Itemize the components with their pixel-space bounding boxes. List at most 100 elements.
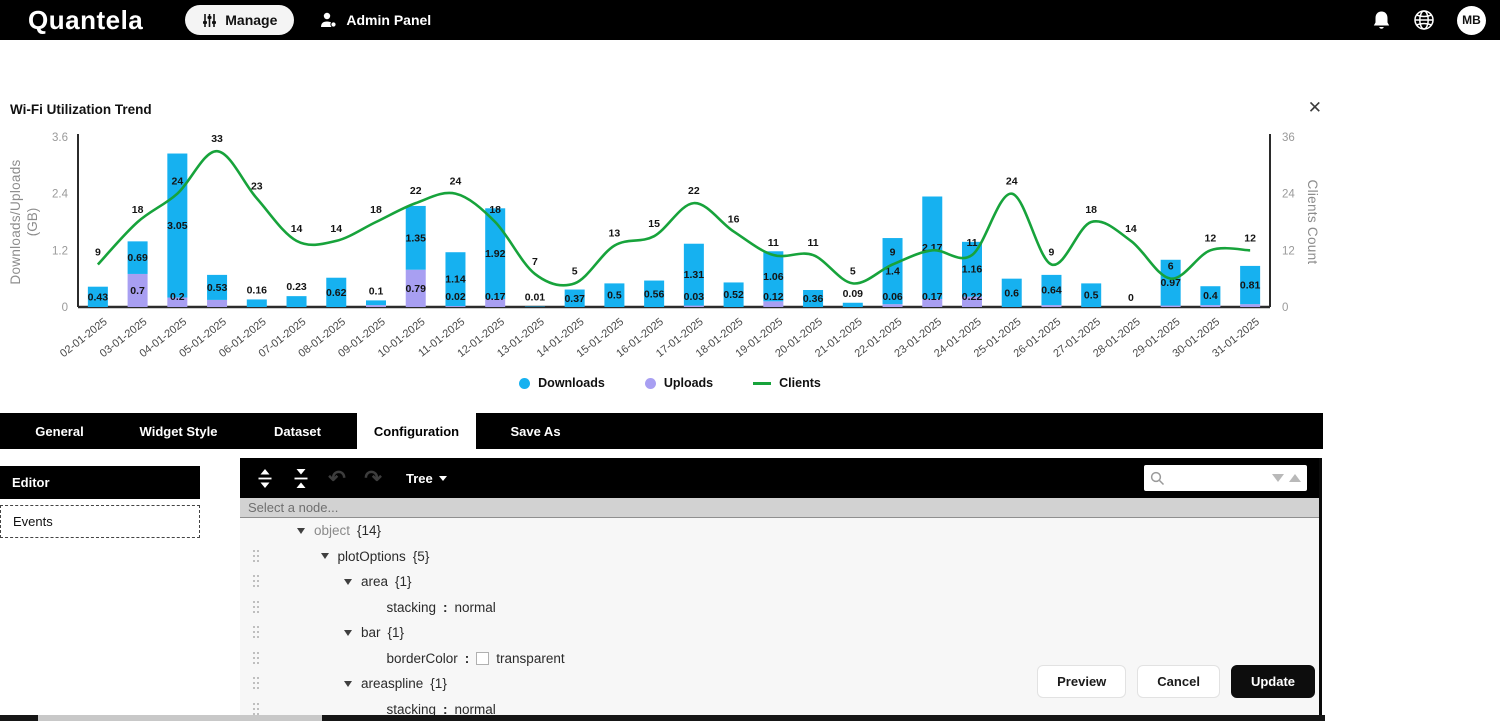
- legend-item-downloads[interactable]: Downloads: [519, 376, 605, 390]
- undo-button[interactable]: ↶: [324, 465, 350, 491]
- search-input[interactable]: [1165, 471, 1272, 485]
- expand-arrow-icon[interactable]: [297, 528, 305, 534]
- svg-text:0.06: 0.06: [882, 291, 903, 303]
- svg-text:0: 0: [1282, 302, 1288, 314]
- tree-node-stacking[interactable]: stacking:normal: [240, 595, 1319, 621]
- svg-text:18: 18: [1085, 204, 1097, 216]
- search-prev-icon[interactable]: [1289, 474, 1301, 482]
- redo-button[interactable]: ↷: [360, 465, 386, 491]
- tree-node-plotOptions[interactable]: plotOptions{5}: [240, 544, 1319, 570]
- field-key[interactable]: stacking: [387, 702, 437, 715]
- legend-label: Clients: [779, 376, 821, 390]
- node-child-count: {1}: [395, 574, 412, 589]
- cancel-button[interactable]: Cancel: [1137, 665, 1220, 698]
- field-value[interactable]: normal: [455, 600, 496, 615]
- expand-arrow-icon[interactable]: [321, 553, 329, 559]
- svg-text:24: 24: [450, 176, 462, 188]
- chart-title: Wi-Fi Utilization Trend: [10, 102, 152, 117]
- mode-dropdown-label: Tree: [406, 471, 433, 486]
- sidebar-item-events[interactable]: Events: [0, 505, 200, 538]
- close-icon[interactable]: ✕: [1308, 98, 1322, 118]
- color-swatch[interactable]: [476, 652, 489, 665]
- manage-label: Manage: [225, 12, 277, 28]
- notifications-bell-icon[interactable]: [1372, 10, 1391, 31]
- drag-handle-icon[interactable]: [253, 550, 255, 552]
- drag-handle-icon[interactable]: [253, 601, 255, 603]
- tree-node-stacking[interactable]: stacking:normal: [240, 697, 1319, 716]
- svg-text:7: 7: [532, 256, 538, 268]
- tab-configuration[interactable]: Configuration: [357, 413, 476, 449]
- tree-node-bar[interactable]: bar{1}: [240, 620, 1319, 646]
- search-next-icon[interactable]: [1272, 474, 1284, 482]
- collapse-all-button[interactable]: [288, 465, 314, 491]
- svg-text:0.22: 0.22: [962, 291, 983, 303]
- drag-handle-icon[interactable]: [253, 677, 255, 679]
- uploads-marker-icon: [645, 378, 656, 389]
- tab-dataset[interactable]: Dataset: [238, 413, 357, 449]
- wifi-utilization-chart: 01.22.43.60122436Downloads/Uploads(GB)Cl…: [0, 130, 1340, 382]
- svg-text:0.52: 0.52: [723, 289, 744, 301]
- node-child-count: {1}: [430, 676, 447, 691]
- bar-uploads: [1200, 305, 1220, 307]
- svg-text:14: 14: [330, 223, 342, 235]
- svg-text:0.17: 0.17: [922, 291, 943, 303]
- bar-uploads: [445, 306, 465, 307]
- svg-text:0.53: 0.53: [207, 282, 228, 294]
- node-child-count: {5}: [413, 549, 430, 564]
- svg-text:12: 12: [1282, 245, 1295, 257]
- configuration-section: Editor Events ↶ ↷ Tree: [0, 449, 1500, 721]
- update-button[interactable]: Update: [1231, 665, 1315, 698]
- svg-text:0.56: 0.56: [644, 288, 665, 300]
- tree-node-object[interactable]: object{14}: [240, 518, 1319, 544]
- tab-general[interactable]: General: [0, 413, 119, 449]
- manage-button[interactable]: Manage: [185, 5, 294, 35]
- expand-arrow-icon[interactable]: [344, 681, 352, 687]
- svg-text:14: 14: [1125, 223, 1137, 235]
- avatar-initials: MB: [1462, 13, 1481, 27]
- svg-text:0.64: 0.64: [1041, 285, 1062, 297]
- scrollbar-thumb[interactable]: [38, 715, 322, 721]
- user-avatar[interactable]: MB: [1457, 6, 1486, 35]
- expand-arrow-icon[interactable]: [344, 579, 352, 585]
- expand-all-button[interactable]: [252, 465, 278, 491]
- drag-handle-icon[interactable]: [253, 703, 255, 705]
- node-path-placeholder: Select a node...: [248, 500, 338, 515]
- tab-save-as[interactable]: Save As: [476, 413, 595, 449]
- svg-text:0.7: 0.7: [130, 285, 145, 297]
- downloads-marker-icon: [519, 378, 530, 389]
- field-value[interactable]: normal: [455, 702, 496, 715]
- drag-handle-icon[interactable]: [253, 626, 255, 628]
- wifi-utilization-widget: Wi-Fi Utilization Trend ✕ 01.22.43.60122…: [0, 40, 1500, 403]
- tab-widget-style[interactable]: Widget Style: [119, 413, 238, 449]
- preview-button[interactable]: Preview: [1037, 665, 1126, 698]
- drag-handle-icon[interactable]: [253, 652, 255, 654]
- field-key[interactable]: stacking: [387, 600, 437, 615]
- svg-text:0.37: 0.37: [564, 293, 585, 305]
- svg-text:1.92: 1.92: [485, 248, 506, 260]
- node-path-bar[interactable]: Select a node...: [240, 498, 1319, 518]
- tree-node-area[interactable]: area{1}: [240, 569, 1319, 595]
- svg-text:0.79: 0.79: [406, 283, 427, 295]
- node-child-count: {14}: [357, 523, 381, 538]
- svg-text:0.6: 0.6: [1004, 287, 1019, 299]
- svg-text:22: 22: [410, 185, 422, 197]
- svg-text:0.62: 0.62: [326, 287, 347, 299]
- svg-text:33: 33: [211, 133, 223, 145]
- sidebar-item-editor[interactable]: Editor: [0, 466, 200, 499]
- legend-item-clients[interactable]: Clients: [753, 376, 821, 390]
- admin-panel-link[interactable]: Admin Panel: [320, 12, 431, 28]
- expand-arrow-icon[interactable]: [344, 630, 352, 636]
- svg-text:0.1: 0.1: [369, 285, 384, 297]
- field-value[interactable]: transparent: [496, 651, 564, 666]
- svg-text:1.14: 1.14: [445, 274, 466, 286]
- drag-handle-icon[interactable]: [253, 575, 255, 577]
- field-key[interactable]: borderColor: [387, 651, 458, 666]
- chart-legend: Downloads Uploads Clients: [0, 376, 1340, 390]
- svg-text:1.16: 1.16: [962, 264, 983, 276]
- globe-language-icon[interactable]: [1413, 9, 1435, 31]
- svg-text:Clients Count: Clients Count: [1305, 180, 1320, 265]
- legend-item-uploads[interactable]: Uploads: [645, 376, 713, 390]
- svg-text:0.36: 0.36: [803, 293, 824, 305]
- mode-dropdown[interactable]: Tree: [406, 471, 447, 486]
- legend-label: Downloads: [538, 376, 605, 390]
